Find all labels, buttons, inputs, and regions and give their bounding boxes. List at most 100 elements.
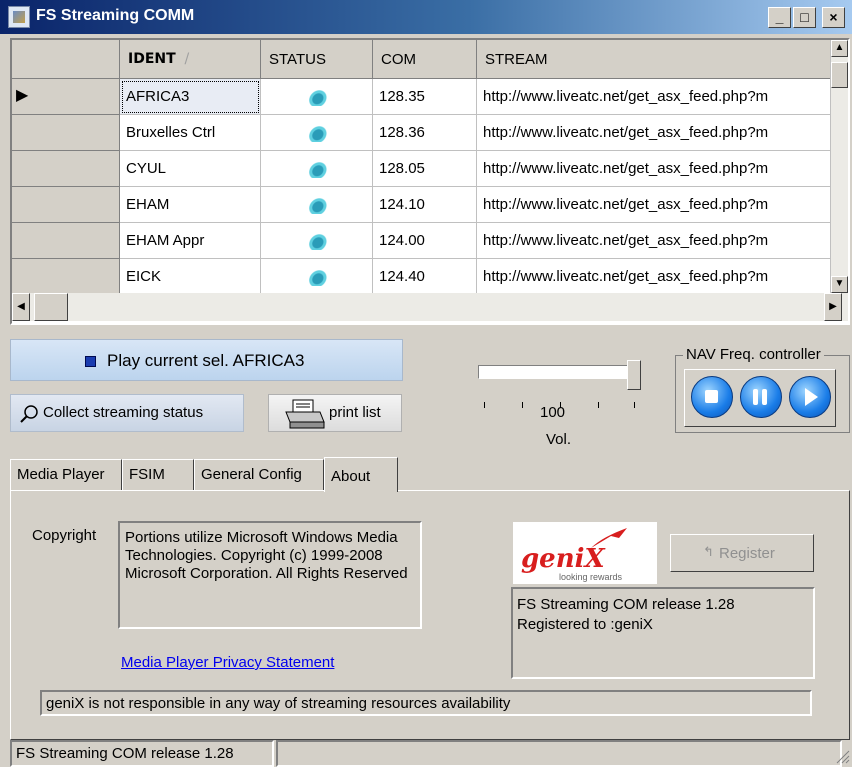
- com-cell[interactable]: 124.40: [373, 259, 477, 295]
- register-label: Register: [719, 545, 775, 562]
- resize-grip-icon[interactable]: [834, 748, 850, 764]
- tab-general-config[interactable]: General Config: [194, 459, 324, 491]
- tab-about[interactable]: About: [324, 457, 398, 492]
- vertical-scroll-thumb[interactable]: [831, 62, 848, 88]
- copyright-label: Copyright: [32, 527, 97, 544]
- volume-value: 100: [540, 404, 566, 421]
- release-version: FS Streaming COM release 1.28: [517, 596, 735, 613]
- ident-cell[interactable]: Bruxelles Ctrl: [120, 115, 261, 151]
- status-cell[interactable]: [261, 223, 373, 259]
- print-list-button[interactable]: print list: [268, 394, 402, 432]
- status-bar: FS Streaming COM release 1.28: [10, 740, 852, 767]
- ident-cell[interactable]: EICK: [120, 259, 261, 295]
- release-info-box: FS Streaming COM release 1.28 Registered…: [511, 587, 815, 679]
- ident-cell[interactable]: CYUL: [120, 151, 261, 187]
- nav-stop-button[interactable]: [691, 376, 733, 418]
- scroll-up-icon[interactable]: ▲: [831, 40, 848, 57]
- maximize-button[interactable]: □: [793, 7, 816, 28]
- play-icon: [805, 388, 818, 406]
- tab-media-player[interactable]: Media Player: [10, 459, 122, 491]
- stream-cell[interactable]: http://www.liveatc.net/get_asx_feed.php?…: [477, 151, 833, 187]
- register-button[interactable]: ↰ Register: [670, 534, 814, 572]
- status-cell[interactable]: [261, 115, 373, 151]
- nav-freq-legend: NAV Freq. controller: [683, 346, 824, 363]
- stream-cell[interactable]: http://www.liveatc.net/get_asx_feed.php?…: [477, 259, 833, 295]
- current-row-indicator-icon: ▶: [16, 87, 29, 104]
- pause-icon: [753, 389, 758, 405]
- column-header-status[interactable]: STATUS: [261, 40, 373, 79]
- scroll-right-icon[interactable]: ▶: [824, 293, 842, 321]
- nav-pause-button[interactable]: [740, 376, 782, 418]
- sort-ascending-icon: /: [184, 51, 190, 67]
- com-cell[interactable]: 128.35: [373, 79, 477, 115]
- app-icon[interactable]: [8, 6, 30, 28]
- column-header-stream[interactable]: STREAM: [477, 40, 833, 79]
- stream-grid[interactable]: IDENT / STATUS COM STREAM ▶ AFRICA3 128.…: [10, 38, 850, 325]
- row-header[interactable]: ▶: [12, 79, 120, 115]
- registered-to: Registered to :geniX: [517, 616, 653, 633]
- stream-status-icon: [307, 270, 331, 286]
- ident-cell[interactable]: EHAM: [120, 187, 261, 223]
- stream-status-icon: [307, 90, 331, 106]
- genix-logo: geniX looking rewards: [513, 522, 657, 584]
- stream-cell[interactable]: http://www.liveatc.net/get_asx_feed.php?…: [477, 187, 833, 223]
- stream-cell[interactable]: http://www.liveatc.net/get_asx_feed.php?…: [477, 223, 833, 259]
- stop-icon: [705, 390, 718, 403]
- stop-square-icon: [85, 356, 96, 367]
- collect-streaming-status-button[interactable]: Collect streaming status: [10, 394, 244, 432]
- stream-status-icon: [307, 162, 331, 178]
- copyright-text-box: Portions utilize Microsoft Windows Media…: [118, 521, 422, 629]
- row-header[interactable]: [12, 259, 120, 295]
- com-cell[interactable]: 124.00: [373, 223, 477, 259]
- stream-cell[interactable]: http://www.liveatc.net/get_asx_feed.php?…: [477, 115, 833, 151]
- ident-cell[interactable]: AFRICA3: [120, 79, 261, 115]
- logo-text: geniX: [521, 544, 605, 574]
- register-arrow-icon: ↰: [703, 544, 714, 559]
- privacy-statement-link[interactable]: Media Player Privacy Statement: [121, 654, 334, 671]
- column-header-ident[interactable]: IDENT /: [120, 40, 261, 79]
- close-button[interactable]: ×: [822, 7, 845, 28]
- minimize-button[interactable]: _: [768, 7, 791, 28]
- volume-slider-thumb[interactable]: [627, 360, 641, 390]
- column-header-com[interactable]: COM: [373, 40, 477, 79]
- volume-tick: [484, 402, 485, 408]
- vertical-scrollbar[interactable]: ▲ ▼: [830, 40, 848, 293]
- scroll-down-icon[interactable]: ▼: [831, 276, 848, 293]
- window-title: FS Streaming COMM: [36, 7, 195, 24]
- horizontal-scrollbar[interactable]: ◀ ▶: [12, 293, 848, 321]
- stream-status-icon: [307, 234, 331, 250]
- row-header[interactable]: [12, 151, 120, 187]
- grid-corner-header: [12, 40, 120, 79]
- com-cell[interactable]: 124.10: [373, 187, 477, 223]
- volume-tick: [522, 402, 523, 408]
- row-header[interactable]: [12, 187, 120, 223]
- com-cell[interactable]: 128.05: [373, 151, 477, 187]
- horizontal-scroll-thumb[interactable]: [34, 293, 68, 321]
- status-cell[interactable]: [261, 79, 373, 115]
- play-current-selection-button[interactable]: Play current sel. AFRICA3: [10, 339, 403, 381]
- stream-status-icon: [307, 198, 331, 214]
- status-cell[interactable]: [261, 187, 373, 223]
- row-header[interactable]: [12, 223, 120, 259]
- ident-cell[interactable]: EHAM Appr: [120, 223, 261, 259]
- printer-icon: [285, 399, 325, 429]
- status-panel-empty: [276, 740, 842, 767]
- tab-fsim[interactable]: FSIM: [122, 459, 194, 491]
- status-cell[interactable]: [261, 259, 373, 295]
- status-cell[interactable]: [261, 151, 373, 187]
- volume-slider-track[interactable]: [478, 365, 638, 379]
- nav-button-panel: [684, 369, 836, 427]
- scroll-left-icon[interactable]: ◀: [12, 293, 30, 321]
- disclaimer-box: geniX is not responsible in any way of s…: [40, 690, 812, 716]
- stream-cell[interactable]: http://www.liveatc.net/get_asx_feed.php?…: [477, 79, 833, 115]
- volume-tick: [598, 402, 599, 408]
- play-current-label: Play current sel. AFRICA3: [107, 351, 305, 370]
- pause-icon-bar: [762, 389, 767, 405]
- row-header[interactable]: [12, 115, 120, 151]
- com-cell[interactable]: 128.36: [373, 115, 477, 151]
- column-header-ident-label: IDENT: [128, 51, 176, 67]
- volume-label: Vol.: [546, 431, 572, 448]
- print-label: print list: [329, 404, 381, 421]
- magnifier-icon: [20, 405, 38, 423]
- nav-play-button[interactable]: [789, 376, 831, 418]
